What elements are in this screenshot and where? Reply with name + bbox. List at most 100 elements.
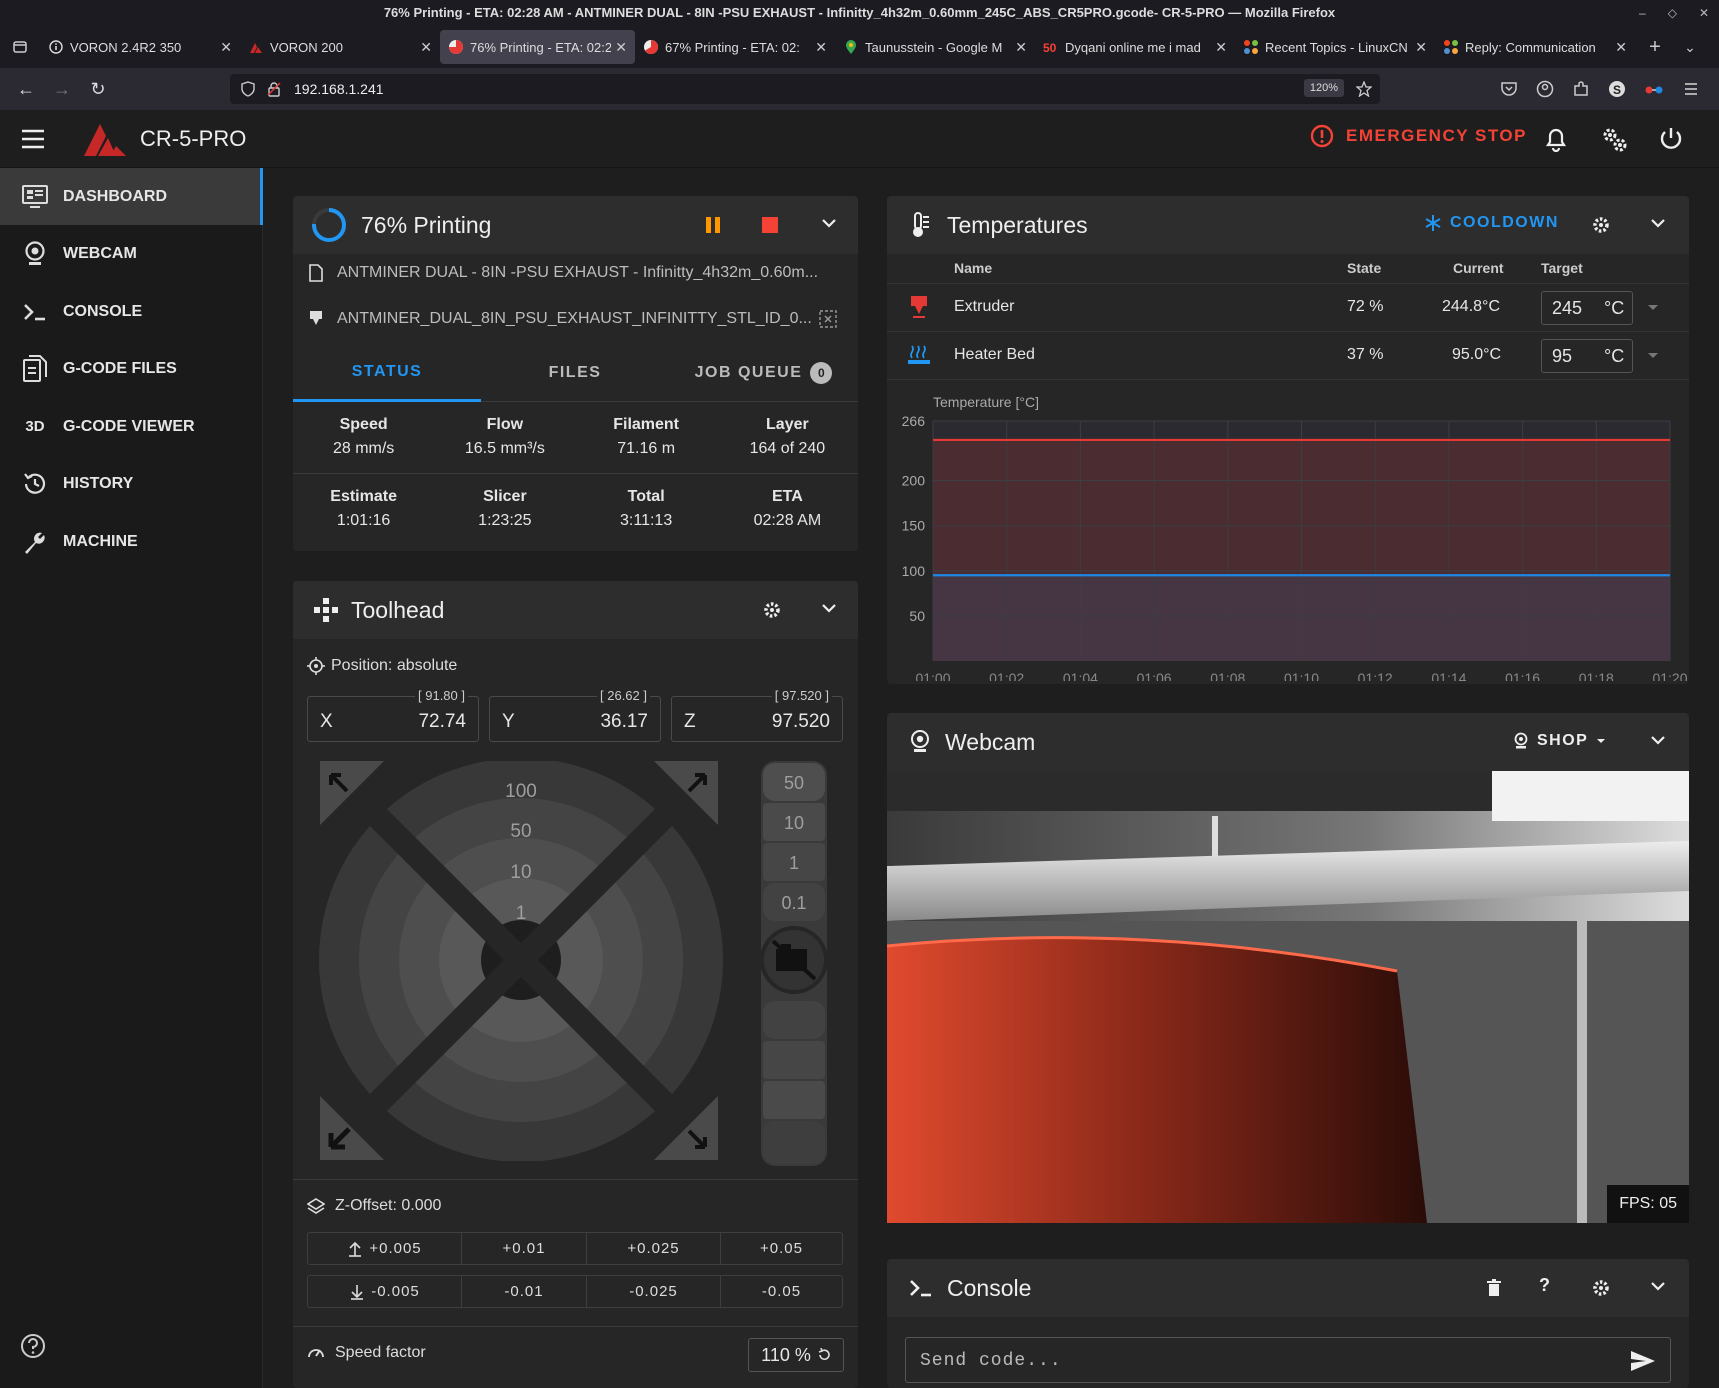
extruder-target-input[interactable]: 245 °C (1541, 291, 1633, 325)
z-step-down-1-button[interactable] (763, 1041, 825, 1079)
forward-icon[interactable]: → (44, 79, 80, 100)
browser-tab[interactable]: 67% Printing - ETA: 02: ✕ (635, 30, 835, 64)
z-step-down-50-button[interactable] (763, 1121, 825, 1164)
new-tab-icon[interactable]: + (1635, 36, 1675, 59)
restore-icon[interactable]: ◇ (1668, 6, 1677, 20)
zoom-level[interactable]: 120% (1303, 79, 1344, 97)
zoffset-down-0.005-button[interactable]: -0.005 (307, 1275, 462, 1308)
zoffset-up-0.05-button[interactable]: +0.05 (720, 1232, 843, 1265)
z-position-field[interactable]: Z 97.520[ 97.520 ] (671, 688, 843, 742)
sidebar-item-console[interactable]: CONSOLE (0, 283, 263, 340)
settings-cogs-icon[interactable] (1600, 125, 1628, 153)
send-icon[interactable] (1630, 1350, 1656, 1372)
notifications-bell-icon[interactable] (1544, 126, 1568, 152)
sidebar-item-webcam[interactable]: WEBCAM (0, 225, 263, 282)
camera-selector[interactable]: SHOP (1513, 732, 1606, 750)
sidebar-item-dashboard[interactable]: DASHBOARD (0, 168, 263, 225)
collapse-chevron-icon[interactable] (821, 218, 837, 230)
shield-icon[interactable] (240, 81, 256, 97)
pocket-icon[interactable] (1500, 80, 1518, 98)
browser-tab[interactable]: Taunusstein - Google M ✕ (835, 30, 1035, 64)
lock-icon[interactable] (266, 81, 282, 97)
z-step-down-0.1-button[interactable] (763, 1001, 825, 1039)
zoffset-down-0.025-button[interactable]: -0.025 (586, 1275, 721, 1308)
tab-overview-icon[interactable] (0, 39, 40, 55)
mainsail-logo-icon (250, 43, 262, 53)
zoffset-down-0.05-button[interactable]: -0.05 (720, 1275, 843, 1308)
gear-icon[interactable] (1592, 216, 1610, 234)
pause-icon[interactable] (704, 216, 722, 234)
extension-s-icon[interactable]: S (1608, 80, 1626, 98)
z-jog-control[interactable]: 50 10 1 0.1 (759, 761, 829, 1166)
dropdown-arrow-icon[interactable] (1647, 352, 1659, 360)
close-tab-icon[interactable]: ✕ (611, 38, 627, 56)
sidebar-item-gcode-viewer[interactable]: 3D G-CODE VIEWER (0, 398, 263, 455)
z-step-down-10-button[interactable] (763, 1081, 825, 1119)
help-icon[interactable] (20, 1333, 46, 1359)
close-tab-icon[interactable]: ✕ (1211, 39, 1227, 56)
sidebar-item-gcode-files[interactable]: G-CODE FILES (0, 340, 263, 397)
url-bar[interactable]: 192.168.1.241 120% (230, 74, 1380, 104)
zoffset-up-0.01-button[interactable]: +0.01 (461, 1232, 587, 1265)
stop-icon[interactable] (762, 217, 778, 233)
gear-icon[interactable] (1592, 1279, 1610, 1297)
collapse-chevron-icon[interactable] (1650, 735, 1666, 747)
close-tab-icon[interactable]: ✕ (811, 39, 827, 56)
close-tab-icon[interactable]: ✕ (1411, 39, 1427, 56)
browser-tab[interactable]: 50 Dyqani online me i mad ✕ (1035, 30, 1235, 64)
position-mode: Position: absolute (307, 657, 457, 675)
collapse-chevron-icon[interactable] (1650, 218, 1666, 230)
close-tab-icon[interactable]: ✕ (416, 39, 432, 56)
extension-glasses-icon[interactable] (1644, 80, 1664, 98)
y-position-field[interactable]: Y 36.17[ 26.62 ] (489, 688, 661, 742)
tab-list-chevron-icon[interactable]: ⌄ (1675, 39, 1705, 56)
console-input[interactable]: Send code... (905, 1337, 1671, 1383)
extensions-puzzle-icon[interactable] (1572, 80, 1590, 98)
printer-name: CR-5-PRO (140, 126, 247, 151)
close-window-icon[interactable]: ✕ (1699, 6, 1709, 20)
cooldown-button[interactable]: COOLDOWN (1424, 214, 1559, 232)
close-tab-icon[interactable]: ✕ (1011, 39, 1027, 56)
tab-status[interactable]: STATUS (293, 344, 481, 402)
tab-files[interactable]: FILES (481, 344, 669, 402)
reset-icon[interactable] (817, 1348, 831, 1362)
tab-job-queue[interactable]: JOB QUEUE 0 (669, 344, 858, 402)
exclude-object-icon[interactable] (819, 310, 837, 328)
sidebar-item-machine[interactable]: MACHINE (0, 513, 263, 570)
y-tick-label: 50 (909, 608, 925, 624)
x-tick-label: 01:04 (1063, 670, 1098, 681)
account-icon[interactable] (1536, 80, 1554, 98)
close-tab-icon[interactable]: ✕ (216, 39, 232, 56)
browser-tab-active[interactable]: 76% Printing - ETA: 02:2 ✕ (440, 30, 635, 64)
speed-factor-input[interactable]: 110 % (748, 1338, 844, 1372)
browser-tab[interactable]: Recent Topics - LinuxCN ✕ (1235, 30, 1435, 64)
collapse-chevron-icon[interactable] (1650, 1281, 1666, 1293)
reload-icon[interactable]: ↻ (80, 79, 116, 100)
sidebar-item-history[interactable]: HISTORY (0, 455, 263, 512)
browser-tab[interactable]: VORON 200 ✕ (240, 30, 440, 64)
dropdown-arrow-icon[interactable] (1647, 304, 1659, 312)
x-position-field[interactable]: X 72.74[ 91.80 ] (307, 688, 479, 742)
trash-icon[interactable] (1486, 1279, 1502, 1297)
browser-menu-icon[interactable] (1682, 80, 1700, 98)
close-tab-icon[interactable]: ✕ (1611, 39, 1627, 56)
zoffset-down-0.01-button[interactable]: -0.01 (461, 1275, 587, 1308)
minimize-icon[interactable]: – (1639, 6, 1646, 20)
home-x-button[interactable] (320, 761, 384, 825)
browser-tab[interactable]: VORON 2.4R2 350 ✕ (40, 30, 240, 64)
power-icon[interactable] (1658, 126, 1684, 152)
back-icon[interactable]: ← (8, 79, 44, 100)
xy-jog-control[interactable]: 100 50 10 1 (317, 761, 737, 1161)
gear-icon[interactable] (763, 601, 781, 619)
home-all-button[interactable] (320, 1096, 384, 1160)
zoffset-up-0.025-button[interactable]: +0.025 (586, 1232, 721, 1265)
browser-tab[interactable]: Reply: Communication ✕ (1435, 30, 1635, 64)
home-z-button[interactable] (654, 1096, 718, 1160)
hamburger-menu-icon[interactable] (20, 128, 46, 150)
zoffset-up-0.005-button[interactable]: +0.005 (307, 1232, 462, 1265)
bed-target-input[interactable]: 95 °C (1541, 339, 1633, 373)
help-question-icon[interactable]: ? (1539, 1275, 1550, 1296)
emergency-stop-button[interactable]: EMERGENCY STOP (1310, 124, 1527, 148)
bookmark-star-icon[interactable] (1356, 81, 1372, 97)
collapse-chevron-icon[interactable] (821, 603, 837, 615)
